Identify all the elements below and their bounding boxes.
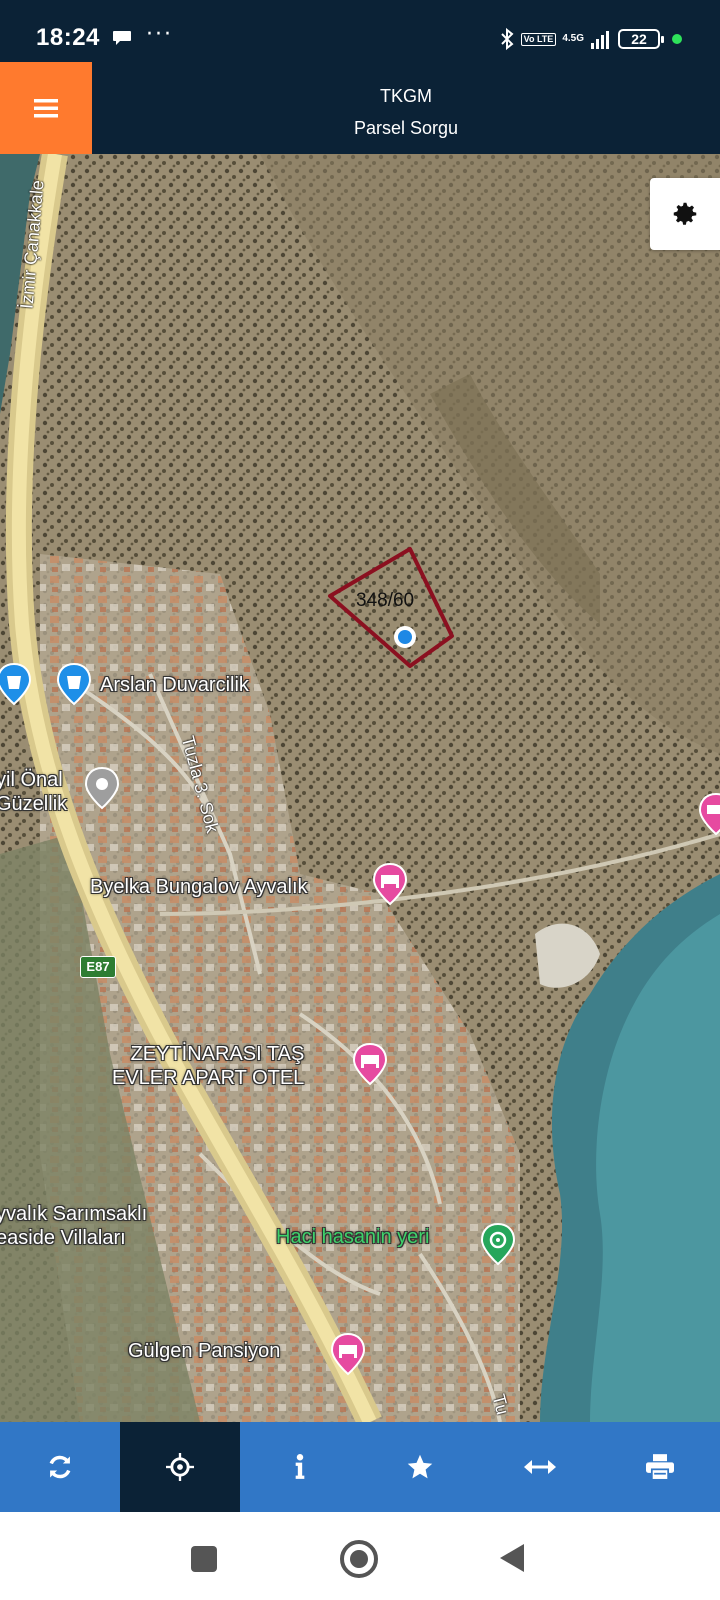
- bluetooth-icon: [500, 27, 514, 51]
- crosshair-icon: [166, 1453, 194, 1481]
- store-pin-icon[interactable]: [56, 662, 92, 706]
- gear-icon: [673, 202, 697, 225]
- refresh-icon: [49, 1455, 71, 1479]
- favorite-button[interactable]: [360, 1422, 480, 1512]
- volte-badge: Vo LTE: [520, 32, 557, 46]
- store-pin-icon[interactable]: [0, 662, 32, 706]
- status-time: 18:24: [36, 24, 100, 51]
- place-label-sarimsakli[interactable]: yvalık Sarımsaklı easide Villaları: [0, 1202, 147, 1250]
- satellite-map[interactable]: 348/60 İzmir Çanakkale Tuzla 3. Sok Tu E…: [0, 154, 720, 1422]
- hotel-pin-icon[interactable]: [330, 1332, 366, 1376]
- page-subtitle: Parsel Sorgu: [353, 118, 459, 138]
- home-button[interactable]: [340, 1540, 378, 1578]
- place-label-zeytinarasi[interactable]: ZEYTİNARASI TAŞ EVLER APART OTEL: [112, 1042, 304, 1090]
- print-icon: [646, 1454, 674, 1480]
- hotel-pin-icon[interactable]: [698, 792, 720, 836]
- privacy-indicator-dot: [672, 34, 682, 44]
- route-badge: E87: [80, 956, 116, 978]
- restaurant-pin-icon[interactable]: [480, 1222, 516, 1266]
- map-toolbar: [0, 1422, 720, 1512]
- app-screen: 18:24 ··· Vo LTE 4.5G 22 TKGM Parsel Sor…: [0, 0, 720, 1600]
- refresh-button[interactable]: [0, 1422, 120, 1512]
- hamburger-icon: [34, 99, 58, 118]
- app-header: TKGM Parsel Sorgu: [0, 62, 720, 154]
- status-bar: 18:24 ··· Vo LTE 4.5G 22: [0, 0, 720, 62]
- back-button[interactable]: [500, 1544, 524, 1572]
- place-label-arslan[interactable]: Arslan Duvarcilik: [100, 674, 249, 697]
- menu-button[interactable]: [0, 62, 92, 154]
- page-title: TKGM: [380, 86, 432, 106]
- place-label-haci-hasan[interactable]: Haci hasanin yeri: [276, 1226, 429, 1249]
- parcel-label: 348/60: [356, 590, 415, 611]
- print-button[interactable]: [600, 1422, 720, 1512]
- info-icon: [295, 1454, 305, 1479]
- place-label-onal[interactable]: yil Önal Güzellik: [0, 768, 67, 816]
- signal-icon: [591, 31, 609, 49]
- chat-bubble-icon: [113, 31, 131, 45]
- beauty-pin-icon[interactable]: [84, 766, 120, 810]
- battery-indicator: 22: [618, 29, 664, 49]
- network-type: 4.5G: [562, 33, 584, 44]
- measure-icon: [524, 1460, 556, 1474]
- hotel-pin-icon[interactable]: [352, 1042, 388, 1086]
- status-indicators: Vo LTE 4.5G 22: [499, 26, 682, 52]
- star-icon: [407, 1454, 433, 1479]
- place-label-byelka[interactable]: Byelka Bungalov Ayvalık: [90, 876, 308, 899]
- system-nav-bar: [0, 1512, 720, 1600]
- overflow-dots: ···: [146, 22, 173, 47]
- place-label-gulgen[interactable]: Gülgen Pansiyon: [128, 1340, 280, 1363]
- recents-button[interactable]: [191, 1546, 217, 1572]
- settings-button[interactable]: [650, 178, 720, 250]
- locate-button[interactable]: [120, 1422, 240, 1512]
- info-button[interactable]: [240, 1422, 360, 1512]
- measure-button[interactable]: [480, 1422, 600, 1512]
- hotel-pin-icon[interactable]: [372, 862, 408, 906]
